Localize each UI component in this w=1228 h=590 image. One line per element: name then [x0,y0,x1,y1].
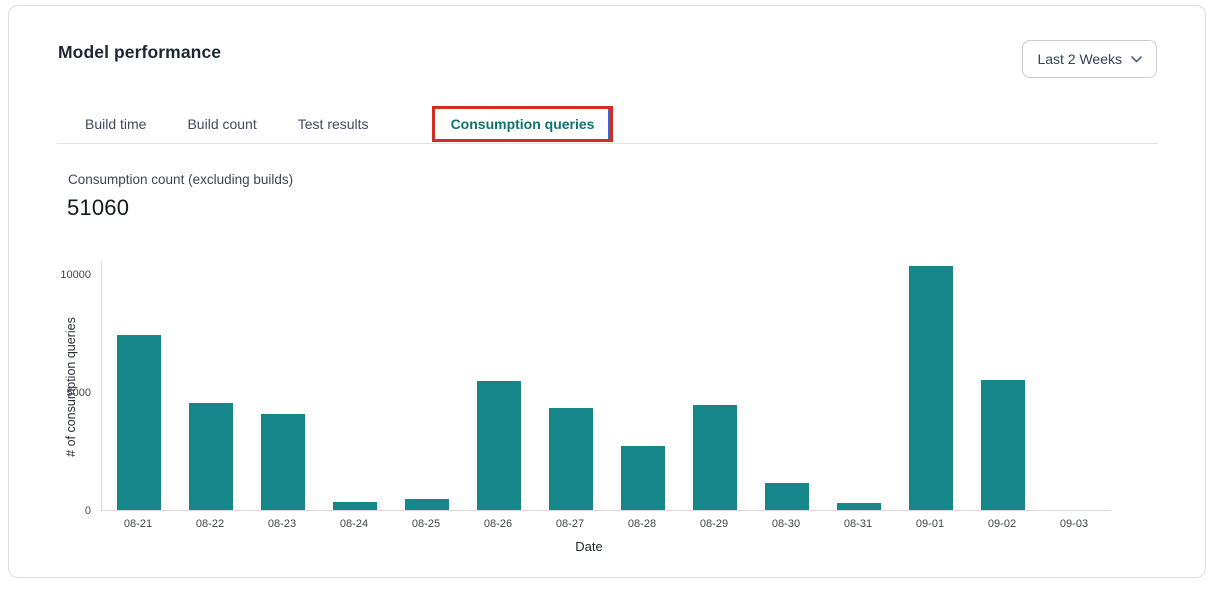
bar-08-27[interactable] [549,408,593,510]
y-axis-tick-label: 5000 [39,386,91,400]
x-axis-tick-label: 08-30 [750,518,822,530]
bar-08-25[interactable] [405,499,449,510]
date-range-dropdown[interactable]: Last 2 Weeks [1022,40,1157,78]
tab-build-count[interactable]: Build count [187,116,256,132]
tab-test-results[interactable]: Test results [298,116,369,132]
x-axis-tick-label: 09-03 [1038,518,1110,530]
x-axis-tick-label: 08-29 [678,518,750,530]
metric-label: Consumption count (excluding builds) [68,172,293,187]
consumption-queries-chart: # of consumption queries Date 0500010000… [9,261,1207,561]
tab-label: Build count [187,116,256,132]
tab-bar: Build time Build count Test results Consump… [85,105,613,143]
tab-label: Build time [85,116,146,132]
x-axis-tick-label: 09-02 [966,518,1038,530]
y-axis-tick-label: 10000 [39,268,91,282]
x-axis-tick-label: 08-27 [534,518,606,530]
x-axis-tick-label: 08-23 [246,518,318,530]
bar-08-22[interactable] [189,403,233,510]
bar-08-21[interactable] [117,335,161,510]
tab-label: Consumption queries [451,116,595,132]
x-axis-tick-label: 08-26 [462,518,534,530]
bar-08-31[interactable] [837,503,881,510]
page-title: Model performance [58,42,221,63]
tab-divider [57,143,1158,144]
chevron-down-icon [1131,56,1142,63]
x-axis-tick-label: 08-28 [606,518,678,530]
bar-08-29[interactable] [693,405,737,510]
bar-09-01[interactable] [909,266,953,510]
tab-label: Test results [298,116,369,132]
bar-08-28[interactable] [621,446,665,510]
x-axis-tick-label: 08-21 [102,518,174,530]
page: Model performance Last 2 Weeks Build tim… [0,0,1228,590]
y-axis-tick-label: 0 [39,504,91,518]
x-axis-title: Date [541,539,637,554]
bar-08-30[interactable] [765,483,809,510]
bar-08-26[interactable] [477,381,521,510]
metric-value: 51060 [67,195,129,221]
date-range-value: Last 2 Weeks [1037,51,1122,67]
tab-consumption-queries[interactable]: Consumption queries [432,106,614,142]
x-axis-tick-label: 08-31 [822,518,894,530]
x-axis-tick-label: 08-22 [174,518,246,530]
tab-build-time[interactable]: Build time [85,116,146,132]
bar-08-24[interactable] [333,502,377,510]
x-axis-tick-label: 09-01 [894,518,966,530]
x-axis-tick-label: 08-25 [390,518,462,530]
plot-area [101,261,1111,511]
bar-09-02[interactable] [981,380,1025,510]
x-axis-tick-label: 08-24 [318,518,390,530]
bar-08-23[interactable] [261,414,305,510]
tab-focus-ring [608,109,610,139]
model-performance-card: Model performance Last 2 Weeks Build tim… [8,5,1206,578]
